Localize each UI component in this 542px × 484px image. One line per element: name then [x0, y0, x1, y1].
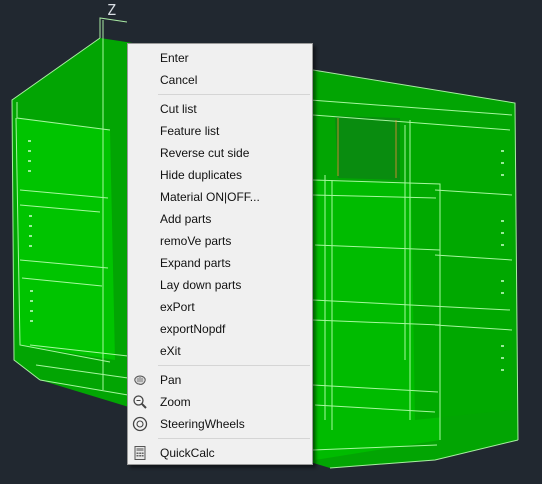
menu-item-exit[interactable]: eXit [128, 340, 312, 362]
menu-item-add-parts[interactable]: Add parts [128, 208, 312, 230]
menu-item-enter[interactable]: Enter [128, 47, 312, 69]
menu-item-quickcalc[interactable]: QuickCalc [128, 442, 312, 464]
menu-separator [158, 365, 310, 366]
menu-item-label: Pan [160, 373, 182, 387]
menu-item-export[interactable]: exPort [128, 296, 312, 318]
zoom-magnifier-icon [133, 395, 147, 409]
menu-item-material-toggle[interactable]: Material ON|OFF... [128, 186, 312, 208]
menu-item-feature-list[interactable]: Feature list [128, 120, 312, 142]
menu-item-zoom[interactable]: Zoom [128, 391, 312, 413]
menu-separator [158, 94, 310, 95]
menu-item-pan[interactable]: Pan [128, 369, 312, 391]
steering-wheel-icon [132, 416, 148, 432]
pan-hand-icon [134, 375, 146, 385]
menu-item-label: Zoom [160, 395, 191, 409]
menu-item-expand-parts[interactable]: Expand parts [128, 252, 312, 274]
menu-item-reverse-cut-side[interactable]: Reverse cut side [128, 142, 312, 164]
context-menu[interactable]: Enter Cancel Cut list Feature list Rever… [127, 43, 313, 465]
menu-item-cut-list[interactable]: Cut list [128, 98, 312, 120]
menu-item-remove-parts[interactable]: remoVe parts [128, 230, 312, 252]
menu-item-cancel[interactable]: Cancel [128, 69, 312, 91]
menu-item-lay-down-parts[interactable]: Lay down parts [128, 274, 312, 296]
calculator-icon [134, 446, 146, 460]
menu-item-hide-duplicates[interactable]: Hide duplicates [128, 164, 312, 186]
menu-item-label: QuickCalc [160, 446, 215, 460]
menu-item-steering-wheels[interactable]: SteeringWheels [128, 413, 312, 435]
menu-item-export-nopdf[interactable]: exportNopdf [128, 318, 312, 340]
menu-separator [158, 438, 310, 439]
z-axis-label: Z [107, 1, 117, 19]
menu-item-label: SteeringWheels [160, 417, 245, 431]
